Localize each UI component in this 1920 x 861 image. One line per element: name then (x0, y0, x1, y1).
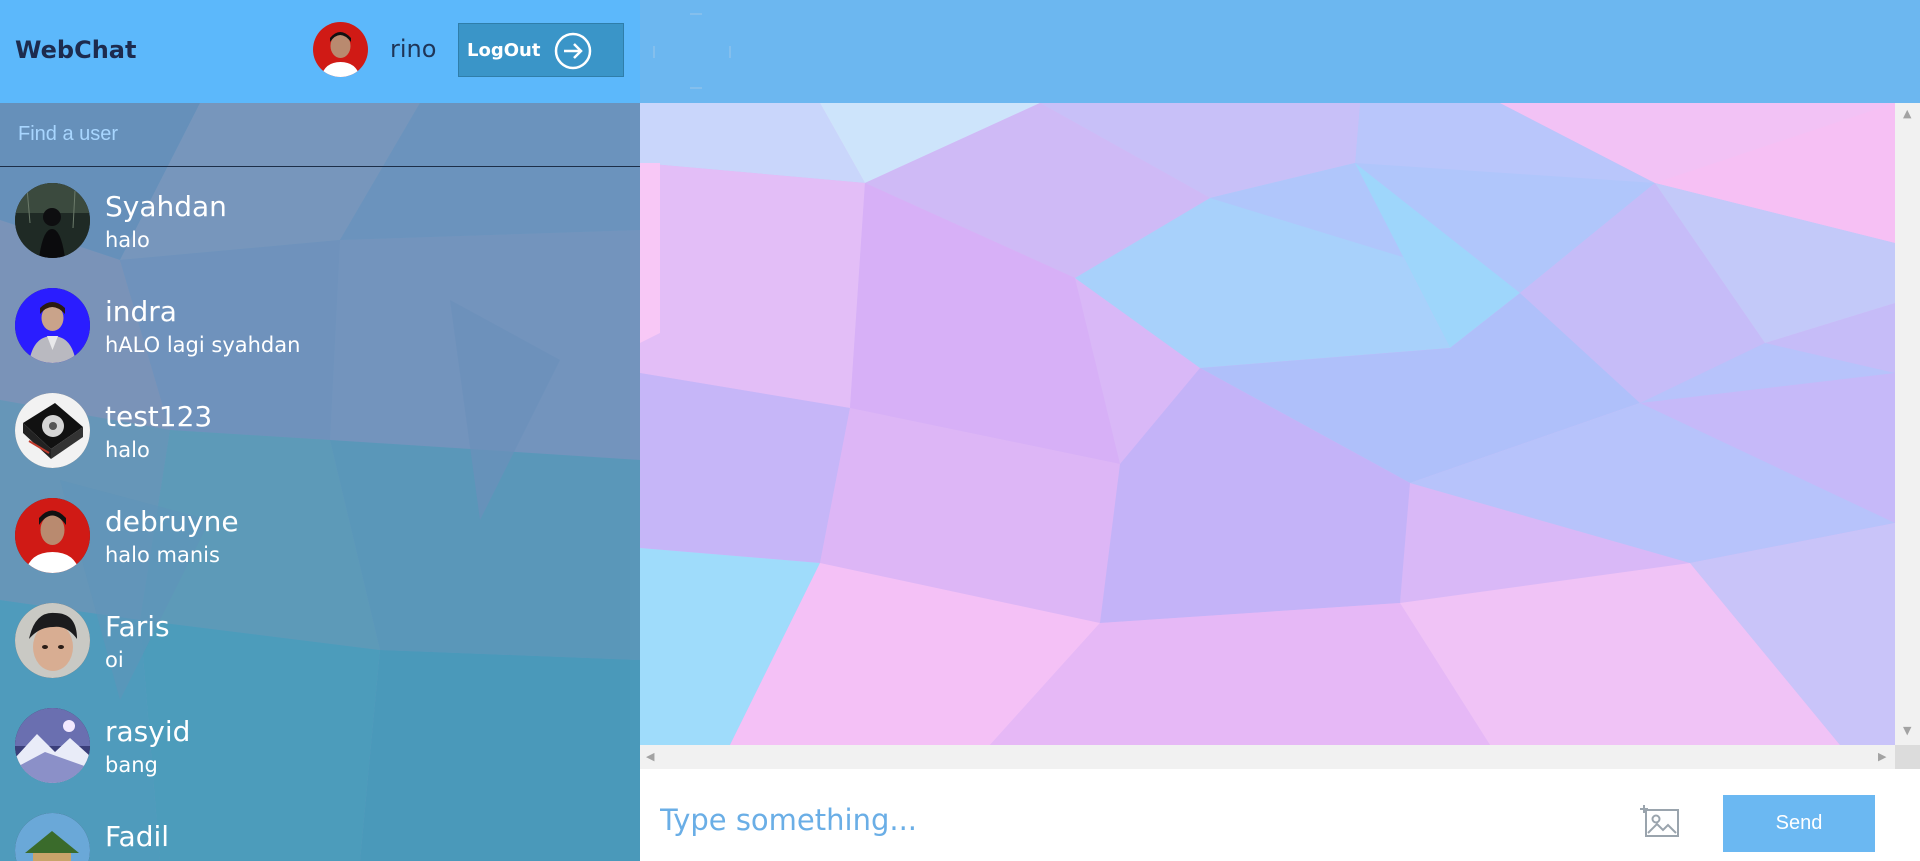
sidebar: WebChat rino LogOut Find a user Syahdan … (0, 0, 640, 861)
avatar (15, 288, 90, 363)
app-title: WebChat (15, 36, 137, 64)
triangle-right-icon[interactable]: ▶ (1878, 751, 1886, 762)
user-item-faris[interactable]: Faris oi (0, 588, 640, 693)
user-item-fadil[interactable]: Fadil (0, 798, 640, 861)
avatar (15, 183, 90, 258)
current-user-avatar[interactable] (313, 22, 368, 77)
search-input[interactable] (0, 103, 640, 165)
user-name: debruyne (105, 505, 239, 538)
chat-panel: ▲ ▼ ◀ ▶ Send (640, 0, 1920, 861)
last-message: halo (105, 228, 150, 252)
chat-background (640, 103, 1895, 745)
message-area[interactable] (640, 103, 1895, 745)
triangle-left-icon[interactable]: ◀ (646, 751, 654, 762)
user-name: Faris (105, 610, 170, 643)
user-name: Syahdan (105, 190, 227, 223)
horizontal-scrollbar[interactable]: ◀ ▶ (640, 745, 1895, 769)
send-button[interactable]: Send (1723, 795, 1875, 852)
user-name: Fadil (105, 820, 170, 853)
last-message: halo manis (105, 543, 220, 567)
last-message: oi (105, 648, 124, 672)
user-name: test123 (105, 400, 213, 433)
logout-label: LogOut (467, 40, 541, 61)
scrollbar-corner (1895, 745, 1920, 769)
user-item-indra[interactable]: indra hALO lagi syahdan (0, 273, 640, 378)
user-name: rasyid (105, 715, 191, 748)
message-composer: Send (640, 769, 1920, 861)
user-search (0, 103, 640, 167)
logout-button[interactable]: LogOut (458, 23, 624, 77)
last-message: hALO lagi syahdan (105, 333, 301, 357)
avatar (15, 708, 90, 783)
avatar (15, 603, 90, 678)
chat-header (640, 0, 1920, 103)
app-header: WebChat rino LogOut (0, 0, 640, 103)
triangle-down-icon[interactable]: ▼ (1903, 725, 1911, 736)
current-user-name: rino (390, 35, 437, 63)
last-message: halo (105, 438, 150, 462)
avatar (15, 498, 90, 573)
vertical-scrollbar[interactable]: ▲ ▼ (1895, 103, 1920, 769)
arrow-right-circle-icon (554, 32, 592, 70)
image-icon[interactable] (1640, 802, 1684, 842)
user-item-rasyid[interactable]: rasyid bang (0, 693, 640, 798)
user-item-test123[interactable]: test123 halo (0, 378, 640, 483)
avatar (15, 393, 90, 468)
last-message: bang (105, 753, 158, 777)
contact-placeholder (653, 13, 731, 89)
message-input[interactable] (658, 797, 1618, 843)
user-name: indra (105, 295, 177, 328)
user-item-debruyne[interactable]: debruyne halo manis (0, 483, 640, 588)
triangle-up-icon[interactable]: ▲ (1903, 108, 1911, 119)
avatar (15, 813, 90, 861)
user-item-syahdan[interactable]: Syahdan halo (0, 168, 640, 273)
user-list: Syahdan halo indra hALO lagi syahdan tes… (0, 168, 640, 861)
